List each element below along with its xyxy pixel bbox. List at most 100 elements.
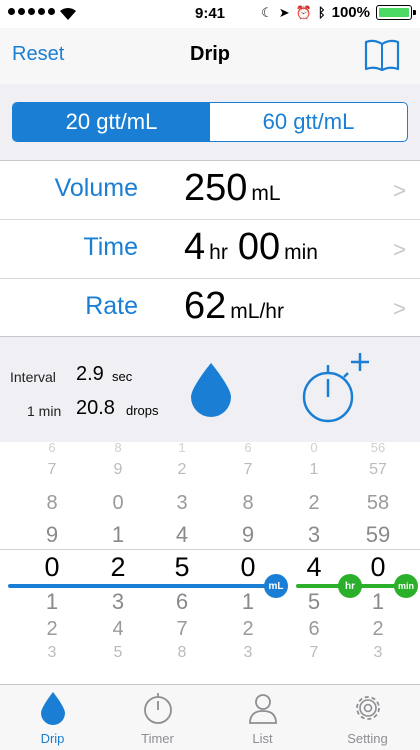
rate-label: Rate — [85, 292, 138, 320]
bluetooth-icon: ᛒ — [317, 5, 326, 20]
stopwatch-icon — [143, 693, 172, 724]
gear-icon — [355, 696, 380, 720]
picker-value: 9 — [241, 522, 255, 547]
tab-bar: Drip Timer List Setting — [0, 684, 420, 750]
interval-label: Interval — [10, 369, 56, 385]
drip-info-panel: Interval 2.9 sec 1 min 20.8 drops — [0, 336, 420, 443]
picker-selected-value: 5 — [174, 552, 190, 582]
picker-value: 56 — [370, 440, 386, 455]
chevron-right-icon: > — [393, 296, 406, 321]
picker-value: 2 — [242, 618, 254, 640]
time-label: Time — [83, 233, 138, 261]
segment-60gtt[interactable]: 60 gtt/mL — [210, 103, 407, 141]
tab-label: Drip — [40, 731, 65, 746]
location-icon: ➤ — [278, 4, 290, 20]
picker-value: 2 — [46, 618, 58, 640]
rate-unit: mL/hr — [230, 300, 284, 323]
picker-value: 1 — [309, 461, 319, 478]
rate-row[interactable]: Rate 62 mL/hr > — [0, 279, 420, 337]
picker-value: 3 — [111, 589, 125, 614]
picker-value: 58 — [366, 492, 390, 514]
picker-value: 9 — [45, 522, 59, 547]
picker-value: 1 — [45, 589, 59, 614]
tab-list[interactable]: List — [210, 685, 315, 750]
picker-value: 4 — [112, 618, 124, 640]
picker-value: 1 — [178, 440, 186, 455]
picker-value: 0 — [112, 492, 124, 514]
chevron-right-icon: > — [393, 237, 406, 262]
picker-selected-value: 0 — [240, 552, 256, 582]
picker-value: 6 — [48, 440, 56, 455]
battery-icon — [376, 5, 416, 20]
picker-value: 2 — [372, 618, 384, 640]
drop-icon — [40, 692, 65, 725]
status-bar: 9:41 ☾ ➤ ⏰ ᛒ 100% — [0, 0, 420, 28]
picker-value: 3 — [176, 492, 188, 514]
time-minutes: 00 — [237, 226, 281, 268]
volume-label: Volume — [54, 174, 138, 202]
picker-selected-value: 0 — [44, 552, 60, 582]
picker-value: 1 — [111, 522, 125, 547]
picker-value: 0 — [310, 440, 318, 455]
rate-value: 62 — [184, 285, 227, 327]
time-row[interactable]: Time 4 hr 00 min > — [0, 220, 420, 279]
picker-value: 2 — [308, 492, 320, 514]
tab-label: List — [252, 731, 273, 746]
picker-value: 7 — [243, 461, 253, 478]
per-minute-label: 1 min — [27, 403, 62, 419]
navigation-bar: Reset Drip — [0, 28, 420, 85]
drop-icon — [191, 363, 231, 417]
picker-value: 4 — [175, 522, 189, 547]
volume-picker-bar — [8, 584, 274, 588]
person-icon — [248, 694, 277, 724]
chevron-right-icon: > — [393, 178, 406, 203]
interval-value: 2.9 — [76, 363, 104, 385]
time-hr-unit: hr — [209, 241, 228, 264]
picker-value: 59 — [365, 522, 391, 547]
picker-value: 3 — [373, 644, 383, 661]
picker-value: 3 — [47, 644, 57, 661]
book-icon[interactable] — [364, 38, 400, 72]
tab-drip[interactable]: Drip — [0, 685, 105, 750]
stopwatch-add-icon[interactable] — [300, 349, 372, 429]
picker-value: 2 — [177, 461, 187, 478]
tab-timer[interactable]: Timer — [105, 685, 210, 750]
battery-percent: 100% — [331, 4, 370, 21]
picker-value: 3 — [243, 644, 253, 661]
picker-value: 7 — [309, 644, 319, 661]
picker-value: 6 — [244, 440, 252, 455]
picker-value: 1 — [241, 589, 255, 614]
picker-value: 8 — [114, 440, 122, 455]
volume-unit: mL — [251, 182, 281, 205]
time-hours: 4 — [184, 226, 206, 268]
picker-value: 57 — [369, 461, 387, 478]
picker-value: 6 — [175, 589, 189, 614]
per-minute-unit: drops — [126, 403, 159, 418]
picker-value: 5 — [113, 644, 123, 661]
picker-value: 3 — [307, 522, 321, 547]
value-picker[interactable]: mL hr min 678901238901234512345678678901… — [0, 440, 420, 685]
picker-value: 6 — [308, 618, 320, 640]
picker-selected-value: 2 — [110, 552, 126, 582]
tab-label: Timer — [141, 731, 174, 746]
picker-value: 5 — [307, 589, 321, 614]
picker-value: 7 — [176, 618, 188, 640]
picker-value: 8 — [46, 492, 58, 514]
interval-unit: sec — [112, 369, 133, 384]
picker-selected-value: 0 — [370, 552, 386, 582]
alarm-icon: ⏰ — [295, 4, 312, 20]
tab-label: Setting — [347, 731, 388, 746]
page-title: Drip — [190, 43, 230, 65]
tab-setting[interactable]: Setting — [315, 685, 420, 750]
picker-selected-value: 4 — [306, 552, 322, 582]
calc-rows: Volume 250 mL > Time 4 hr 00 min > Rate 62 mL… — [0, 161, 420, 337]
volume-row[interactable]: Volume 250 mL > — [0, 161, 420, 220]
picker-value: 9 — [113, 461, 123, 478]
volume-value: 250 — [184, 167, 248, 209]
segment-20gtt[interactable]: 20 gtt/mL — [13, 103, 210, 141]
drop-factor-section: 20 gtt/mL 60 gtt/mL — [0, 84, 420, 161]
picker-value: 8 — [242, 492, 254, 514]
time-min-unit: min — [284, 241, 318, 264]
moon-icon: ☾ — [261, 4, 273, 20]
picker-value: 1 — [371, 589, 385, 614]
